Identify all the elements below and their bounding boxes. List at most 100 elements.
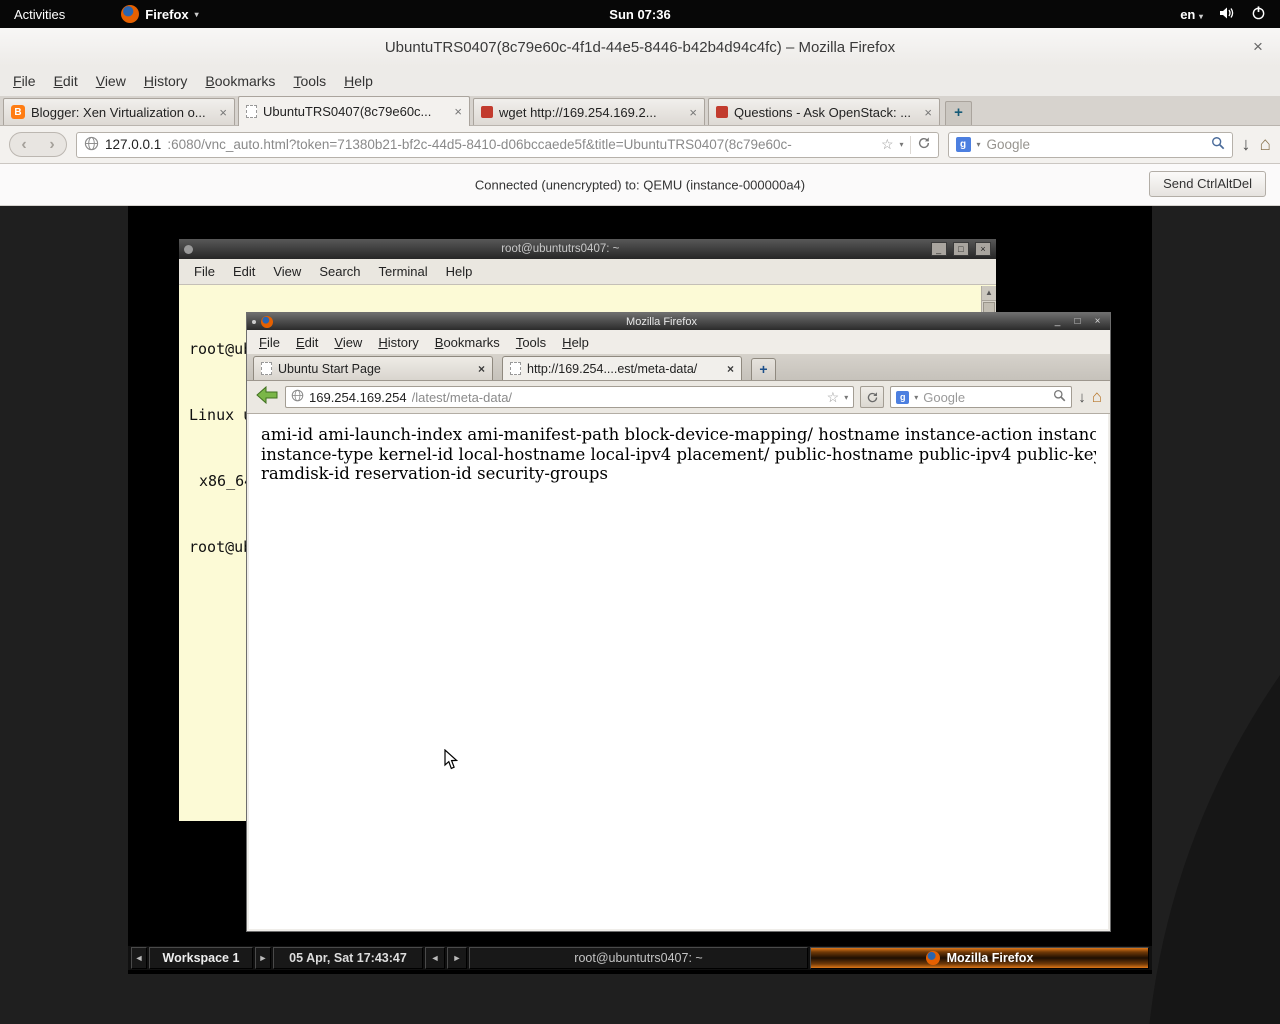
back-icon[interactable]: ‹ bbox=[21, 136, 26, 154]
tab-openstack[interactable]: Questions - Ask OpenStack: ... × bbox=[708, 98, 940, 125]
downloads-icon[interactable]: ↓ bbox=[1242, 134, 1251, 155]
menu-file[interactable]: File bbox=[251, 332, 288, 353]
vnc-firefox-titlebar[interactable]: Mozilla Firefox _ □ × bbox=[247, 313, 1110, 330]
host-menu-view[interactable]: View bbox=[87, 69, 135, 93]
tab-close-icon[interactable]: × bbox=[924, 105, 932, 120]
menu-view[interactable]: View bbox=[326, 332, 370, 353]
tab-wget[interactable]: wget http://169.254.169.2... × bbox=[473, 98, 705, 125]
page-icon bbox=[261, 362, 272, 375]
host-search-bar[interactable]: g ▾ Google bbox=[947, 131, 1233, 158]
url-dropdown-icon[interactable]: ▾ bbox=[844, 393, 848, 402]
terminal-maximize-button[interactable]: □ bbox=[952, 242, 969, 256]
minimize-button[interactable]: _ bbox=[1050, 316, 1065, 327]
new-tab-button[interactable]: + bbox=[751, 358, 776, 380]
vnc-url-bar[interactable]: 169.254.169.254 /latest/meta-data/ ☆ ▾ bbox=[285, 386, 855, 408]
reload-icon[interactable] bbox=[917, 136, 931, 153]
bookmark-star-icon[interactable]: ☆ bbox=[827, 389, 840, 406]
vnc-taskbar: ◄ Workspace 1 ► 05 Apr, Sat 17:43:47 ◄ ►… bbox=[128, 946, 1152, 970]
close-button[interactable]: × bbox=[1090, 316, 1105, 327]
top-bar-clock[interactable]: Sun 07:36 bbox=[609, 7, 670, 22]
host-menu-help[interactable]: Help bbox=[335, 69, 382, 93]
power-icon[interactable] bbox=[1251, 5, 1266, 23]
url-dropdown-icon[interactable]: ▾ bbox=[900, 140, 904, 149]
terminal-menu-search[interactable]: Search bbox=[310, 260, 369, 283]
host-menu-bookmarks[interactable]: Bookmarks bbox=[196, 69, 284, 93]
tab-close-icon[interactable]: × bbox=[689, 105, 697, 120]
page-icon bbox=[246, 105, 257, 118]
terminal-menu-file[interactable]: File bbox=[185, 260, 224, 283]
task-scroll-left-icon[interactable]: ◄ bbox=[425, 947, 445, 969]
task-scroll-right-icon[interactable]: ► bbox=[447, 947, 467, 969]
search-engine-dropdown-icon[interactable]: ▾ bbox=[914, 393, 918, 402]
forward-icon[interactable]: › bbox=[49, 136, 54, 154]
terminal-close-button[interactable]: × bbox=[975, 242, 991, 256]
chevron-down-icon: ▾ bbox=[194, 9, 199, 19]
tab-close-icon[interactable]: × bbox=[219, 105, 227, 120]
meta-data-line-1: ami-id ami-launch-index ami-manifest-pat… bbox=[261, 425, 1096, 444]
terminal-minimize-button[interactable]: _ bbox=[930, 242, 947, 256]
vnc-firefox-menubar: File Edit View History Bookmarks Tools H… bbox=[247, 330, 1110, 354]
send-ctrlaltdel-button[interactable]: Send CtrlAltDel bbox=[1149, 171, 1266, 197]
app-menu[interactable]: Firefox ▾ bbox=[121, 5, 199, 23]
terminal-menu-view[interactable]: View bbox=[264, 260, 310, 283]
host-menu-file[interactable]: File bbox=[4, 69, 45, 93]
activities-button[interactable]: Activities bbox=[0, 0, 79, 28]
tab-blogger[interactable]: B Blogger: Xen Virtualization o... × bbox=[3, 98, 235, 125]
vnc-search-bar[interactable]: g ▾ Google bbox=[890, 386, 1073, 408]
menu-tools[interactable]: Tools bbox=[508, 332, 554, 353]
search-icon[interactable] bbox=[1053, 389, 1066, 405]
search-icon[interactable] bbox=[1211, 136, 1225, 153]
host-menu-edit[interactable]: Edit bbox=[45, 69, 87, 93]
host-window-titlebar[interactable]: UbuntuTRS0407(8c79e60c-4f1d-44e5-8446-b4… bbox=[0, 28, 1280, 66]
scroll-up-icon[interactable]: ▲ bbox=[982, 286, 996, 301]
home-icon[interactable]: ⌂ bbox=[1260, 134, 1271, 156]
host-menu-history[interactable]: History bbox=[135, 69, 197, 93]
workspace-next-icon[interactable]: ► bbox=[255, 947, 271, 969]
vnc-firefox-title: Mozilla Firefox bbox=[626, 315, 697, 328]
search-engine-dropdown-icon[interactable]: ▾ bbox=[977, 140, 981, 149]
menu-history[interactable]: History bbox=[370, 332, 426, 353]
home-icon[interactable]: ⌂ bbox=[1092, 387, 1102, 407]
back-forward-buttons[interactable]: ‹ › bbox=[9, 132, 67, 157]
taskbar-item-terminal[interactable]: root@ubuntutrs0407: ~ bbox=[469, 947, 808, 969]
system-status-area: en ▾ bbox=[1180, 5, 1280, 24]
taskbar-clock[interactable]: 05 Apr, Sat 17:43:47 bbox=[273, 947, 423, 969]
tab-close-icon[interactable]: × bbox=[478, 362, 485, 376]
tab-label: wget http://169.254.169.2... bbox=[499, 104, 657, 120]
terminal-title: root@ubuntutrs0407: ~ bbox=[501, 243, 620, 255]
reload-button[interactable] bbox=[860, 386, 885, 408]
menu-help[interactable]: Help bbox=[554, 332, 597, 353]
maximize-button[interactable]: □ bbox=[1070, 316, 1085, 327]
workspace-indicator[interactable]: Workspace 1 bbox=[149, 947, 253, 969]
terminal-titlebar[interactable]: root@ubuntutrs0407: ~ _ □ × bbox=[179, 239, 996, 259]
tab-close-icon[interactable]: × bbox=[727, 362, 734, 376]
host-close-button[interactable]: × bbox=[1246, 37, 1270, 57]
downloads-icon[interactable]: ↓ bbox=[1078, 389, 1086, 406]
tab-vnc-session[interactable]: UbuntuTRS0407(8c79e60c... × bbox=[238, 96, 470, 126]
tab-close-icon[interactable]: × bbox=[454, 104, 462, 119]
host-menu-tools[interactable]: Tools bbox=[284, 69, 335, 93]
meta-data-listing: ami-id ami-launch-index ami-manifest-pat… bbox=[249, 414, 1108, 495]
google-icon[interactable]: g bbox=[955, 137, 971, 152]
taskbar-item-firefox[interactable]: Mozilla Firefox bbox=[810, 947, 1149, 969]
workspace-prev-icon[interactable]: ◄ bbox=[131, 947, 147, 969]
tab-meta-data[interactable]: http://169.254....est/meta-data/ × bbox=[502, 356, 742, 380]
terminal-window-menu-icon[interactable] bbox=[184, 244, 193, 254]
bookmark-star-icon[interactable]: ☆ bbox=[881, 136, 894, 153]
host-menubar: File Edit View History Bookmarks Tools H… bbox=[0, 66, 1280, 96]
terminal-menu-help[interactable]: Help bbox=[437, 260, 482, 283]
host-url-bar[interactable]: 127.0.0.1 :6080/vnc_auto.html?token=7138… bbox=[76, 131, 939, 158]
google-icon[interactable]: g bbox=[896, 390, 910, 404]
tab-ubuntu-start-page[interactable]: Ubuntu Start Page × bbox=[253, 356, 493, 380]
terminal-menu-edit[interactable]: Edit bbox=[224, 260, 264, 283]
keyboard-layout-indicator[interactable]: en ▾ bbox=[1180, 7, 1203, 22]
terminal-menu-terminal[interactable]: Terminal bbox=[370, 260, 437, 283]
volume-icon[interactable] bbox=[1219, 5, 1235, 24]
back-button[interactable] bbox=[255, 385, 279, 409]
tab-label: http://169.254....est/meta-data/ bbox=[527, 361, 698, 376]
new-tab-button[interactable]: + bbox=[945, 101, 972, 125]
menu-bookmarks[interactable]: Bookmarks bbox=[427, 332, 508, 353]
vnc-viewport[interactable]: root@ubuntutrs0407: ~ _ □ × File Edit Vi… bbox=[128, 206, 1152, 974]
window-menu-icon[interactable] bbox=[252, 319, 256, 324]
menu-edit[interactable]: Edit bbox=[288, 332, 326, 353]
